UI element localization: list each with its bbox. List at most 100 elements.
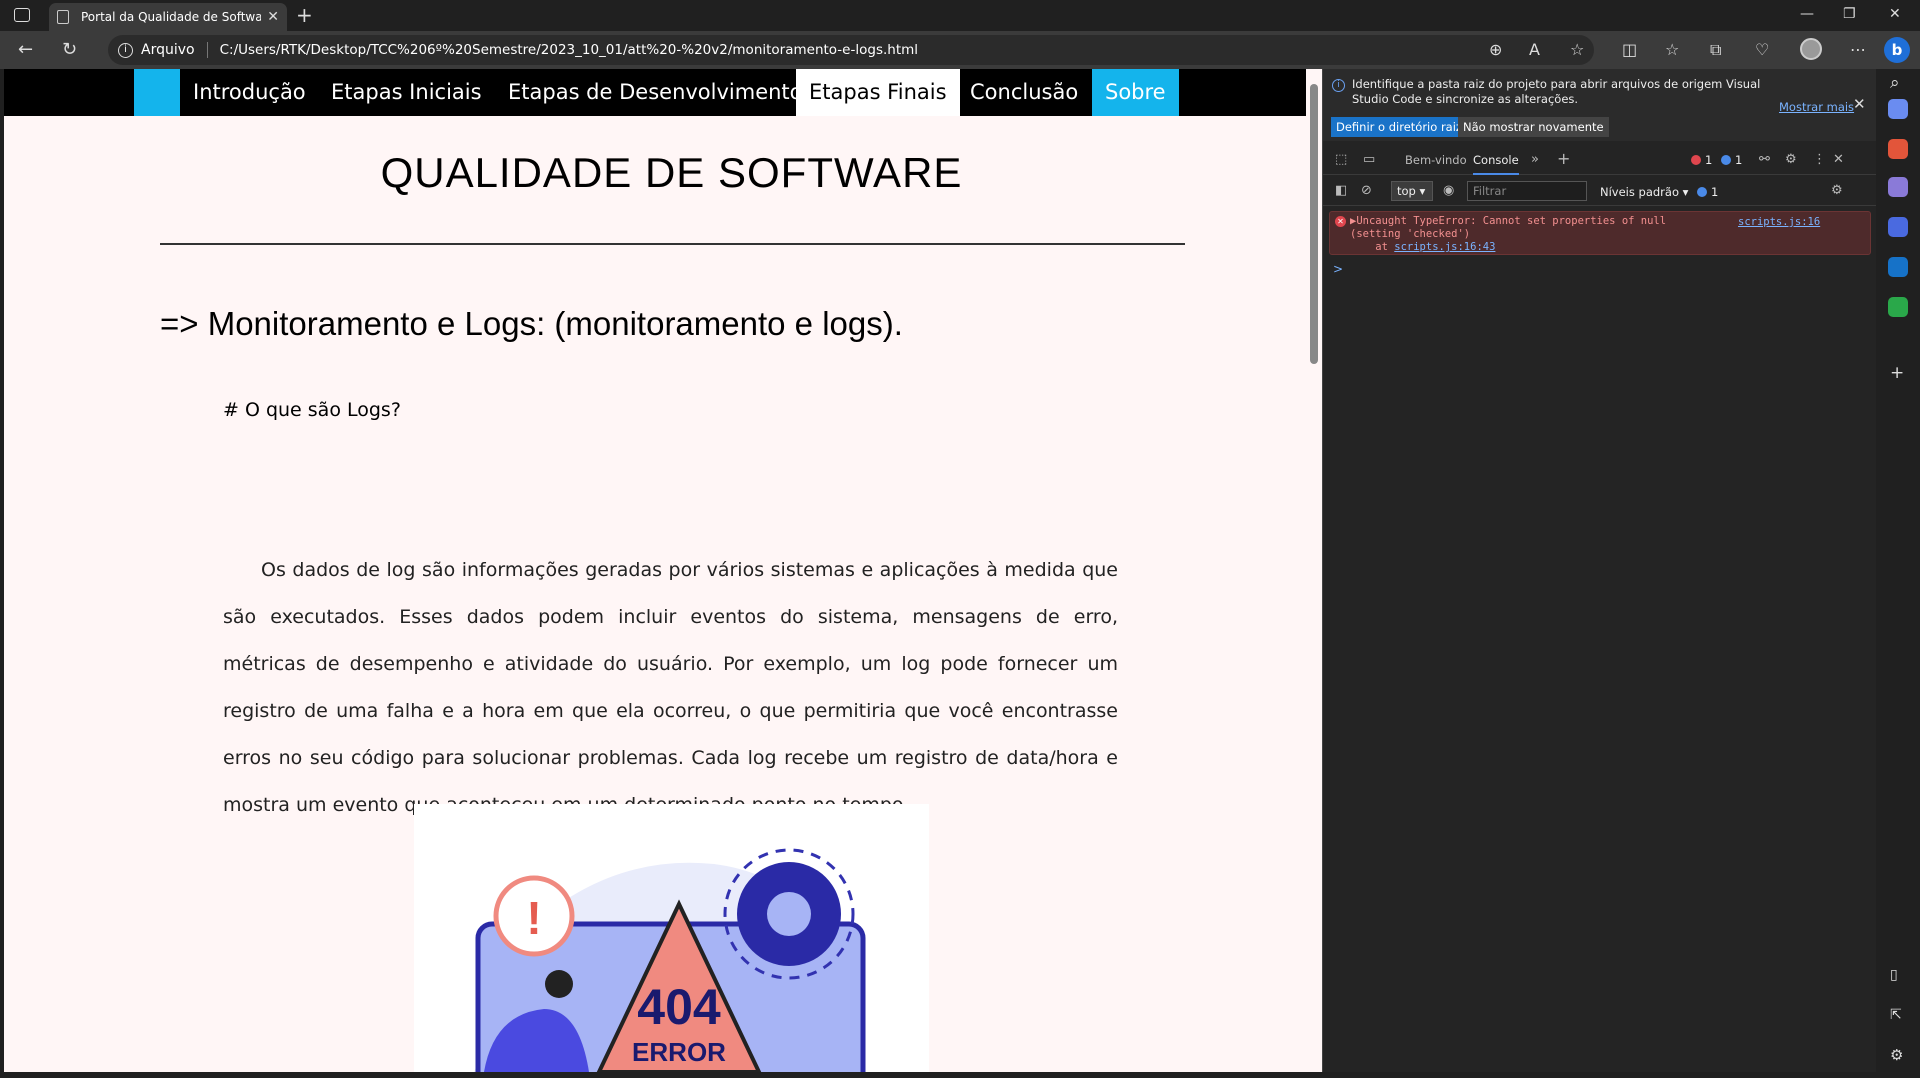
nav-home-block[interactable] [134, 69, 180, 116]
context-value: top [1397, 184, 1416, 198]
message-icon [1697, 187, 1707, 197]
nav-conclusao[interactable]: Conclusão [957, 69, 1091, 116]
sidebar-settings-icon[interactable]: ⚙ [1890, 1046, 1903, 1064]
edge-sidebar: ⌕ + ▯ ⇱ ⚙ [1876, 69, 1920, 1072]
error-code-text: 404 [637, 979, 721, 1035]
error-at: at [1350, 241, 1395, 253]
body-paragraph: Os dados de log são informações geradas … [223, 559, 1118, 816]
scrollbar-thumb[interactable] [1310, 84, 1318, 364]
kebab-menu-icon[interactable]: ⋮ [1813, 152, 1826, 167]
info-icon: i [1332, 79, 1345, 92]
tab-actions-icon[interactable] [14, 8, 30, 22]
clear-console-icon[interactable]: ⊘ [1361, 183, 1372, 198]
devtools-notification: i Identifique a pasta raiz do projeto pa… [1323, 69, 1877, 141]
info-count: 1 [1735, 153, 1743, 167]
error-404-illustration: ! 404 ERROR [414, 804, 929, 1072]
info-count-badge[interactable]: 1 [1721, 153, 1742, 167]
close-devtools-icon[interactable]: ✕ [1833, 152, 1844, 167]
add-sidebar-app-icon[interactable]: + [1890, 363, 1904, 383]
tab-title: Portal da Qualidade de Software [81, 10, 262, 24]
outlook-icon[interactable] [1888, 257, 1908, 277]
error-line-1: ▶Uncaught TypeError: Cannot set properti… [1350, 215, 1667, 227]
inspect-icon[interactable]: ⬚ [1335, 152, 1347, 167]
console-settings-icon[interactable]: ⚙ [1831, 183, 1843, 198]
copilot-icon[interactable]: b [1884, 37, 1910, 63]
dont-show-button[interactable]: Não mostrar novamente [1458, 117, 1609, 137]
notification-text: Identifique a pasta raiz do projeto para… [1352, 77, 1761, 106]
message-icon [1721, 155, 1731, 165]
copilot-sidebar-icon[interactable] [1888, 217, 1908, 237]
external-open-icon[interactable]: ⇱ [1890, 1007, 1902, 1023]
error-icon: ✕ [1335, 216, 1346, 227]
divider [206, 42, 208, 58]
zoom-icon[interactable]: ⊕ [1489, 40, 1502, 59]
minimize-icon[interactable]: — [1800, 6, 1814, 22]
refresh-icon[interactable]: ↻ [62, 39, 77, 60]
page-scrollbar[interactable] [1306, 69, 1322, 1072]
live-expression-eye-icon[interactable]: ◉ [1443, 183, 1454, 198]
source-link[interactable]: scripts.js:16 [1738, 216, 1820, 229]
site-info-icon[interactable]: i [118, 42, 133, 58]
prompt-caret: > [1333, 262, 1344, 276]
page-icon [57, 10, 69, 24]
new-tab-icon[interactable]: + [296, 3, 313, 27]
stack-link[interactable]: scripts.js:16:43 [1394, 241, 1495, 253]
levels-dropdown[interactable]: Níveis padrão ▾ [1600, 185, 1688, 199]
address-label: Arquivo [141, 42, 195, 58]
tab-console[interactable]: Console [1473, 153, 1519, 175]
nav-etapas-finais[interactable]: Etapas Finais [796, 69, 960, 116]
favorites-icon[interactable]: ☆ [1665, 40, 1679, 59]
console-error-message[interactable]: ✕ ▶Uncaught TypeError: Cannot set proper… [1329, 211, 1871, 255]
tab-welcome[interactable]: Bem-vindo [1405, 153, 1467, 167]
search-icon[interactable]: ⌕ [1890, 73, 1900, 93]
address-bar[interactable]: i Arquivo C:/Users/RTK/Desktop/TCC%206º%… [108, 35, 1594, 65]
games-icon[interactable] [1888, 177, 1908, 197]
favorite-star-icon[interactable]: ☆ [1570, 40, 1584, 59]
section-heading: => Monitoramento e Logs: (monitoramento … [160, 305, 903, 342]
more-menu-icon[interactable]: ⋯ [1850, 40, 1866, 59]
sidebar-toggle-icon[interactable]: ◧ [1335, 183, 1347, 198]
browser-tab[interactable]: Portal da Qualidade de Software ✕ [49, 3, 287, 31]
profile-avatar[interactable] [1800, 38, 1822, 60]
tools-icon[interactable] [1888, 139, 1908, 159]
sidebar-panel-icon[interactable]: ▯ [1890, 967, 1898, 983]
browser-essentials-icon[interactable]: ♡ [1755, 40, 1769, 59]
error-count-badge[interactable]: 1 [1691, 153, 1712, 167]
close-window-icon[interactable]: ✕ [1889, 6, 1901, 22]
page-title: QUALIDADE DE SOFTWARE [380, 149, 963, 196]
split-screen-icon[interactable]: ◫ [1622, 40, 1637, 59]
add-tab-icon[interactable]: + [1557, 149, 1570, 168]
devtools-panel: i Identifique a pasta raiz do projeto pa… [1322, 69, 1877, 1072]
filter-input[interactable]: Filtrar [1467, 181, 1587, 201]
set-root-button[interactable]: Definir o diretório raiz [1331, 117, 1467, 137]
issues-badge[interactable]: 1 [1697, 185, 1718, 199]
context-select[interactable]: top ▾ [1391, 181, 1433, 201]
error-line-2: (setting 'checked') [1350, 228, 1471, 240]
url-text[interactable]: C:/Users/RTK/Desktop/TCC%206º%20Semestre… [220, 42, 918, 58]
close-tab-icon[interactable]: ✕ [261, 9, 279, 25]
connect-icon[interactable]: ⚯ [1759, 152, 1770, 167]
collections-icon[interactable]: ⧉ [1710, 40, 1721, 60]
browser-chrome: Portal da Qualidade de Software ✕ + — ❐ … [0, 0, 1920, 69]
settings-gear-icon[interactable]: ⚙ [1785, 152, 1797, 167]
console-prompt[interactable]: > [1333, 262, 1343, 276]
shopping-icon[interactable] [1888, 99, 1908, 119]
close-notification-icon[interactable]: ✕ [1853, 95, 1866, 113]
error-label-text: ERROR [632, 1037, 726, 1067]
error-text: ▶Uncaught TypeError: Cannot set properti… [1350, 215, 1720, 254]
read-aloud-icon[interactable]: A [1529, 40, 1540, 59]
web-page: Introdução Etapas Iniciais Etapas de Des… [4, 69, 1306, 1072]
more-tabs-icon[interactable]: » [1531, 152, 1539, 167]
nav-introducao[interactable]: Introdução [180, 69, 319, 116]
back-icon[interactable]: ← [18, 39, 33, 60]
nav-etapas-iniciais[interactable]: Etapas Iniciais [318, 69, 495, 116]
alert-mark: ! [526, 892, 541, 944]
nav-sobre[interactable]: Sobre [1092, 69, 1179, 116]
nav-etapas-desenvolvimento[interactable]: Etapas de Desenvolvimento [495, 69, 816, 116]
drop-icon[interactable] [1888, 297, 1908, 317]
levels-label: Níveis padrão [1600, 185, 1679, 199]
device-emulation-icon[interactable]: ▭ [1363, 152, 1375, 167]
restore-icon[interactable]: ❐ [1843, 6, 1856, 22]
divider [160, 243, 1185, 245]
show-more-link[interactable]: Mostrar mais [1779, 100, 1854, 114]
